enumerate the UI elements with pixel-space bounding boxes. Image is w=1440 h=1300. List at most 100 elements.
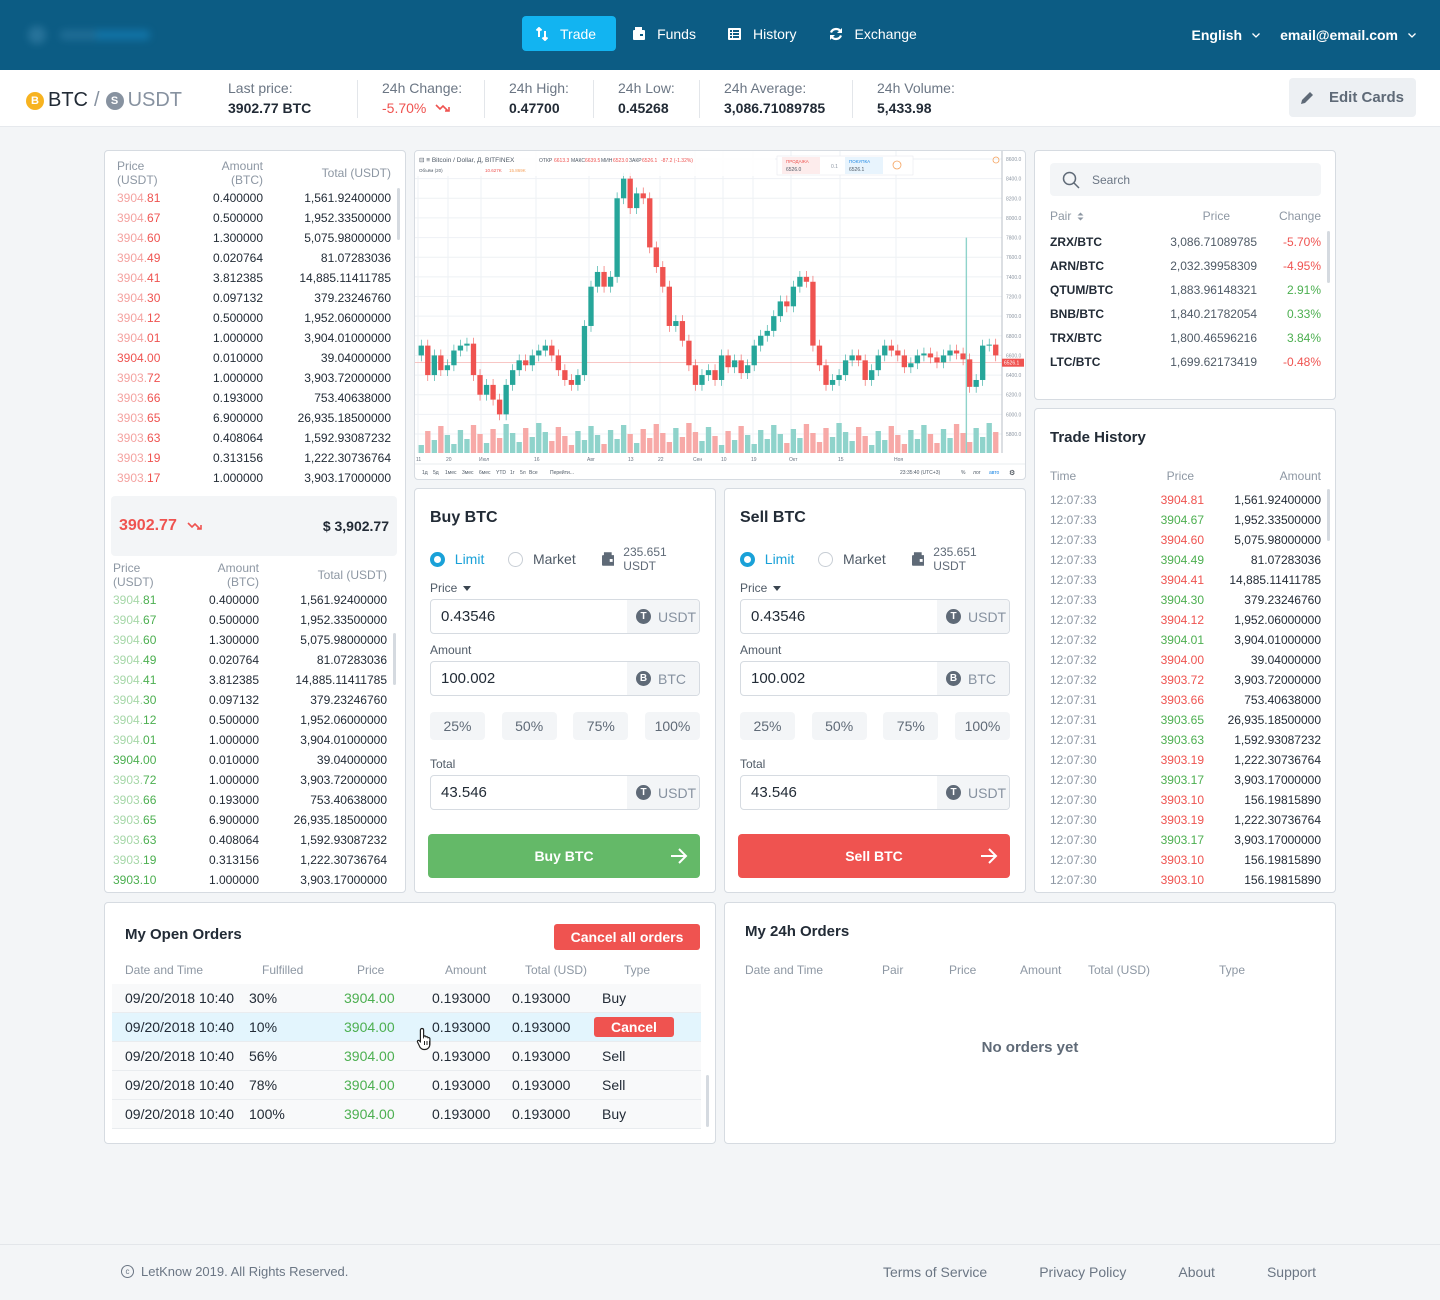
ask-row[interactable]: 3903.65 6.900000 26,935.18500000 bbox=[105, 408, 405, 428]
percent-100-button[interactable]: 100% bbox=[954, 712, 1010, 740]
bid-row[interactable]: 3904.00 0.010000 39.04000000 bbox=[105, 750, 401, 770]
range-button[interactable]: 5д bbox=[433, 470, 439, 476]
ask-row[interactable]: 3903.66 0.193000 753.40638000 bbox=[105, 388, 405, 408]
order-row[interactable]: 09/20/2018 10:40 30% 3904.00 0.193000 0.1930… bbox=[112, 984, 701, 1013]
range-button[interactable]: 1мес bbox=[445, 470, 457, 476]
market-label[interactable]: Market bbox=[843, 551, 886, 567]
asks-scrollbar[interactable] bbox=[397, 188, 400, 240]
bid-row[interactable]: 3904.81 0.400000 1,561.92400000 bbox=[105, 590, 401, 610]
ask-row[interactable]: 3904.12 0.500000 1,952.06000000 bbox=[105, 308, 405, 328]
footer-link-about[interactable]: About bbox=[1178, 1264, 1215, 1280]
ask-row[interactable]: 3904.00 0.010000 39.04000000 bbox=[105, 348, 405, 368]
footer-link-privacy[interactable]: Privacy Policy bbox=[1039, 1264, 1126, 1280]
limit-label[interactable]: Limit bbox=[765, 551, 795, 567]
pair-row[interactable]: ZRX/BTC 3,086.71089785 -5.70% bbox=[1050, 230, 1321, 254]
percent-75-button[interactable]: 75% bbox=[883, 712, 939, 740]
pair-row[interactable]: LTC/BTC 1,699.62173419 -0.48% bbox=[1050, 350, 1321, 374]
log-scale-toggle[interactable]: лог bbox=[973, 470, 981, 476]
amount-input[interactable]: 100.002 B BTC bbox=[740, 661, 1010, 696]
bid-row[interactable]: 3904.12 0.500000 1,952.06000000 bbox=[105, 710, 401, 730]
percent-50-button[interactable]: 50% bbox=[501, 712, 557, 740]
ask-row[interactable]: 3903.63 0.408064 1,592.93087232 bbox=[105, 428, 405, 448]
cancel-all-orders-button[interactable]: Cancel all orders bbox=[554, 924, 700, 950]
nav-trade[interactable]: Trade bbox=[522, 16, 617, 51]
ask-row[interactable]: 3904.49 0.020764 81.07283036 bbox=[105, 248, 405, 268]
ask-row[interactable]: 3903.19 0.313156 1,222.30736764 bbox=[105, 448, 405, 468]
trade-history-scrollbar[interactable] bbox=[1327, 489, 1330, 541]
bid-row[interactable]: 3904.60 1.300000 5,075.98000000 bbox=[105, 630, 401, 650]
ask-row[interactable]: 3903.17 1.000000 3,903.17000000 bbox=[105, 468, 405, 488]
pair-row[interactable]: BNB/BTC 1,840.21782054 0.33% bbox=[1050, 302, 1321, 326]
auto-scale-toggle[interactable]: авто bbox=[989, 470, 1000, 476]
bid-row[interactable]: 3903.72 1.000000 3,903.72000000 bbox=[105, 770, 401, 790]
bid-row[interactable]: 3904.49 0.020764 81.07283036 bbox=[105, 650, 401, 670]
order-row[interactable]: 09/20/2018 10:40 78% 3904.00 0.193000 0.1930… bbox=[112, 1071, 701, 1100]
percent-50-button[interactable]: 50% bbox=[811, 712, 867, 740]
percent-25-button[interactable]: 25% bbox=[430, 712, 485, 740]
price-label-dropdown[interactable]: Price bbox=[430, 581, 472, 595]
nav-history[interactable]: History bbox=[713, 16, 812, 51]
percent-scale-toggle[interactable]: % bbox=[961, 470, 966, 476]
col-pair-sort[interactable]: Pair bbox=[1050, 209, 1140, 223]
pair-selector[interactable]: B BTC / S USDT bbox=[26, 89, 182, 112]
bid-row[interactable]: 3903.10 1.000000 3,903.17000000 bbox=[105, 870, 401, 890]
nav-funds[interactable]: Funds bbox=[618, 16, 711, 51]
buy-submit-button[interactable]: Buy BTC bbox=[428, 834, 700, 878]
goto-date-button[interactable]: Перейти... bbox=[550, 469, 574, 476]
price-chart[interactable]: 8600.0 8400.0 8200.0 8000.0 7800.0 7600.0 7400… bbox=[414, 150, 1026, 480]
pairs-scrollbar[interactable] bbox=[1327, 231, 1330, 283]
price-input[interactable]: 0.43546 T USDT bbox=[740, 599, 1010, 634]
limit-radio[interactable] bbox=[740, 551, 755, 567]
candlestick-chart[interactable]: 8600.0 8400.0 8200.0 8000.0 7800.0 7600.0 7400… bbox=[415, 151, 1026, 480]
gear-icon[interactable]: ⚙ bbox=[1009, 469, 1015, 477]
bid-row[interactable]: 3903.66 0.193000 753.40638000 bbox=[105, 790, 401, 810]
bids-scrollbar[interactable] bbox=[393, 633, 396, 685]
price-input[interactable]: 0.43546 T USDT bbox=[430, 599, 700, 634]
percent-100-button[interactable]: 100% bbox=[644, 712, 700, 740]
range-button[interactable]: YTD bbox=[496, 470, 506, 476]
pair-row[interactable]: ARN/BTC 2,032.39958309 -4.95% bbox=[1050, 254, 1321, 278]
nav-exchange[interactable]: Exchange bbox=[814, 16, 932, 51]
range-button[interactable]: 6мес bbox=[479, 470, 491, 476]
ask-row[interactable]: 3904.30 0.097132 379.23246760 bbox=[105, 288, 405, 308]
percent-25-button[interactable]: 25% bbox=[740, 712, 795, 740]
ask-row[interactable]: 3904.41 3.812385 14,885.11411785 bbox=[105, 268, 405, 288]
bid-row[interactable]: 3904.41 3.812385 14,885.11411785 bbox=[105, 670, 401, 690]
range-button[interactable]: 3мес bbox=[462, 470, 474, 476]
total-input[interactable]: 43.546 T USDT bbox=[430, 775, 700, 810]
bid-row[interactable]: 3903.63 0.408064 1,592.93087232 bbox=[105, 830, 401, 850]
order-row[interactable]: 09/20/2018 10:40 56% 3904.00 0.193000 0.1930… bbox=[112, 1042, 701, 1071]
limit-label[interactable]: Limit bbox=[455, 551, 485, 567]
bid-row[interactable]: 3904.30 0.097132 379.23246760 bbox=[105, 690, 401, 710]
alert-icon[interactable] bbox=[992, 156, 1000, 164]
order-row[interactable]: 09/20/2018 10:40 100% 3904.00 0.193000 0.193… bbox=[112, 1100, 701, 1129]
ask-row[interactable]: 3904.67 0.500000 1,952.33500000 bbox=[105, 208, 405, 228]
range-button[interactable]: 1д bbox=[422, 470, 428, 476]
range-button[interactable]: Все bbox=[529, 470, 538, 476]
ask-row[interactable]: 3904.60 1.300000 5,075.98000000 bbox=[105, 228, 405, 248]
pair-row[interactable]: QTUM/BTC 1,883.96148321 2.91% bbox=[1050, 278, 1321, 302]
sell-submit-button[interactable]: Sell BTC bbox=[738, 834, 1010, 878]
market-radio[interactable] bbox=[508, 551, 523, 567]
bid-row[interactable]: 3904.01 1.000000 3,904.01000000 bbox=[105, 730, 401, 750]
price-label-dropdown[interactable]: Price bbox=[740, 581, 782, 595]
logo[interactable] bbox=[24, 24, 154, 46]
bid-row[interactable]: 3904.67 0.500000 1,952.33500000 bbox=[105, 610, 401, 630]
ask-row[interactable]: 3904.81 0.400000 1,561.92400000 bbox=[105, 188, 405, 208]
bid-row[interactable]: 3903.19 0.313156 1,222.30736764 bbox=[105, 850, 401, 870]
account-dropdown[interactable]: email@email.com bbox=[1280, 27, 1416, 43]
range-button[interactable]: 1г bbox=[510, 470, 515, 476]
limit-radio[interactable] bbox=[430, 551, 445, 567]
footer-link-support[interactable]: Support bbox=[1267, 1264, 1316, 1280]
order-row[interactable]: 09/20/2018 10:40 10% 3904.00 0.193000 0.1930… bbox=[112, 1013, 701, 1042]
pair-row[interactable]: TRX/BTC 1,800.46596216 3.84% bbox=[1050, 326, 1321, 350]
search-input[interactable]: Search bbox=[1050, 163, 1321, 196]
market-label[interactable]: Market bbox=[533, 551, 576, 567]
language-dropdown[interactable]: English bbox=[1192, 27, 1261, 43]
footer-link-terms[interactable]: Terms of Service bbox=[883, 1264, 987, 1280]
market-radio[interactable] bbox=[818, 551, 833, 567]
cancel-order-button[interactable]: Cancel bbox=[594, 1017, 674, 1037]
open-orders-scrollbar[interactable] bbox=[706, 1075, 709, 1127]
range-button[interactable]: 5л bbox=[520, 470, 526, 476]
percent-75-button[interactable]: 75% bbox=[573, 712, 629, 740]
